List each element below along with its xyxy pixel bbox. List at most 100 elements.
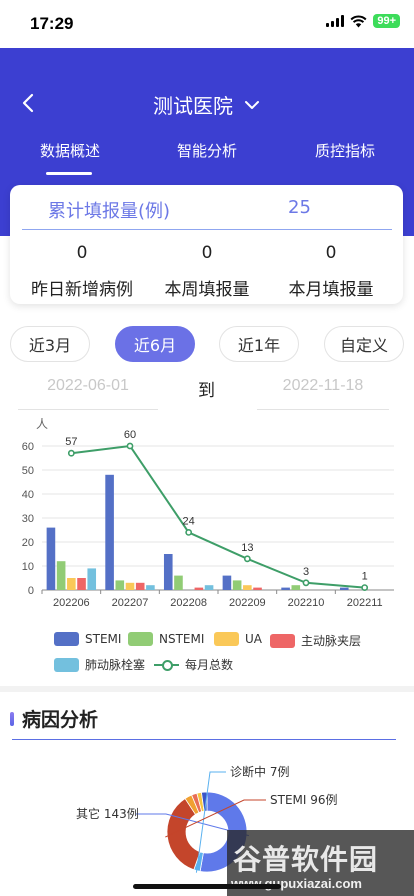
stat-value: 0 [325,243,337,263]
x-tick-label: 202209 [229,597,266,609]
range-custom-button[interactable]: 自定义 [324,326,404,362]
date-to-label: 到 [198,381,215,401]
y-tick-label: 30 [22,513,34,525]
bar-肺动脉栓塞-202208 [204,585,214,590]
bar-STEMI-202209 [222,575,232,590]
hospital-selector[interactable]: 测试医院 [0,90,414,119]
bar-NSTEMI-202210 [291,585,301,590]
chevron-down-icon [245,100,259,109]
status-time: 17:29 [30,14,74,33]
donut-label: STEMI 96例 [270,793,338,807]
tab-quality-indicators[interactable]: 质控指标 [315,140,375,161]
start-date-field[interactable]: 2022-06-01 [18,372,158,410]
stat-week: 0 本周填报量 [142,243,272,300]
bar-STEMI-202206 [46,527,56,590]
battery-indicator: 99+ [373,14,400,28]
legend-stemi[interactable]: STEMI [54,632,121,646]
monthly-chart: 人 0 10 20 30 40 50 60 202206 202207 202208 202209 20… [22,417,394,609]
section-separator [0,686,414,692]
stat-value: 0 [76,243,88,263]
tab-smart-analysis[interactable]: 智能分析 [177,140,237,161]
legend-pulmonary-embolism[interactable]: 肺动脉栓塞 [54,656,145,673]
y-tick-label: 60 [22,441,34,453]
y-tick-label: 10 [22,561,34,573]
range-6-months-button[interactable]: 近6月 [115,326,195,362]
data-label: 3 [303,566,309,578]
data-label: 60 [124,429,136,441]
tab-overview[interactable]: 数据概述 [40,140,100,161]
wifi-icon [350,15,367,27]
bar-肺动脉栓塞-202207 [146,585,155,590]
legend-ua[interactable]: UA [214,632,262,646]
legend-label: 肺动脉栓塞 [85,658,146,672]
line-point [185,529,193,536]
bar-肺动脉栓塞-202206 [87,568,97,590]
range-3-months-button[interactable]: 近3月 [10,326,90,362]
data-label: 24 [183,515,195,527]
section-accent-bar [10,711,14,726]
bar-NSTEMI-202207 [115,580,125,590]
watermark-text: 谷普软件园 [233,843,379,876]
line-point [361,584,369,591]
status-bar: 17:29 99+ [0,0,414,48]
legend-label: STEMI [85,632,122,646]
stat-label: 本周填报量 [164,280,250,300]
bar-主动脉夹层-202208 [194,587,204,590]
data-label: 57 [65,436,77,448]
cause-section-title: 病因分析 [22,709,99,731]
legend-swatch [54,657,79,672]
donut-label: 诊断中 7例 [230,764,289,779]
end-date-field[interactable]: 2022-11-18 [257,372,389,410]
x-tick-label: 202208 [170,597,207,609]
x-tick-label: 202207 [112,597,149,609]
legend-label: 每月总数 [185,658,234,672]
bar-UA-202206 [67,578,76,590]
bar-主动脉夹层-202209 [253,587,262,590]
cumulative-label: 累计填报量(例) [48,201,171,222]
status-icons: 99+ [326,14,400,28]
legend-label: 主动脉夹层 [301,634,362,648]
home-indicator [133,884,281,889]
legend-swatch [54,632,79,646]
card-divider [22,229,392,230]
line-point [126,442,134,450]
active-tab-indicator [46,172,92,175]
tab-bar: 数据概述 智能分析 质控指标 [0,140,414,170]
cumulative-value: 25 [288,197,311,218]
chart-legend: STEMI NSTEMI UA 主动脉夹层 肺动脉栓塞 每月总数 [0,628,414,676]
bar-UA-202209 [243,585,252,590]
page-title: 测试医院 [153,94,233,118]
y-tick-label: 40 [22,489,34,501]
stat-value: 0 [201,243,213,263]
bar-STEMI-202211 [339,587,349,590]
legend-aortic-dissection[interactable]: 主动脉夹层 [270,632,361,649]
legend-swatch [214,632,239,646]
bar-主动脉夹层-202207 [135,582,145,590]
legend-monthly-total[interactable]: 每月总数 [154,656,233,673]
x-tick-label: 202206 [53,597,90,609]
x-tick-label: 202211 [347,597,383,609]
bar-NSTEMI-202206 [56,561,66,590]
bar-STEMI-202210 [281,587,290,590]
y-tick-label: 50 [22,465,34,477]
legend-swatch [270,633,295,648]
legend-nstemi[interactable]: NSTEMI [128,632,204,646]
legend-line-swatch [154,658,179,672]
stat-label: 本月填报量 [288,280,374,300]
date-range: 2022-06-01 到 2022-11-18 [0,372,414,412]
bar-UA-202207 [125,582,135,590]
range-selector: 近3月 近6月 近1年 自定义 [0,326,414,364]
legend-label: NSTEMI [159,632,205,646]
section-underline [12,739,396,740]
legend-label: UA [245,632,262,646]
stat-yesterday: 0 昨日新增病例 [17,243,147,300]
range-1-year-button[interactable]: 近1年 [219,326,299,362]
donut-label: 其它 143例 [76,806,139,821]
line-point [302,579,310,587]
bar-NSTEMI-202208 [174,575,183,590]
y-axis-label: 人 [36,417,48,431]
bar-STEMI-202208 [163,554,173,590]
cause-section-header: 病因分析 [10,705,98,732]
y-tick-label: 20 [22,537,34,549]
bar-STEMI-202207 [105,474,114,590]
